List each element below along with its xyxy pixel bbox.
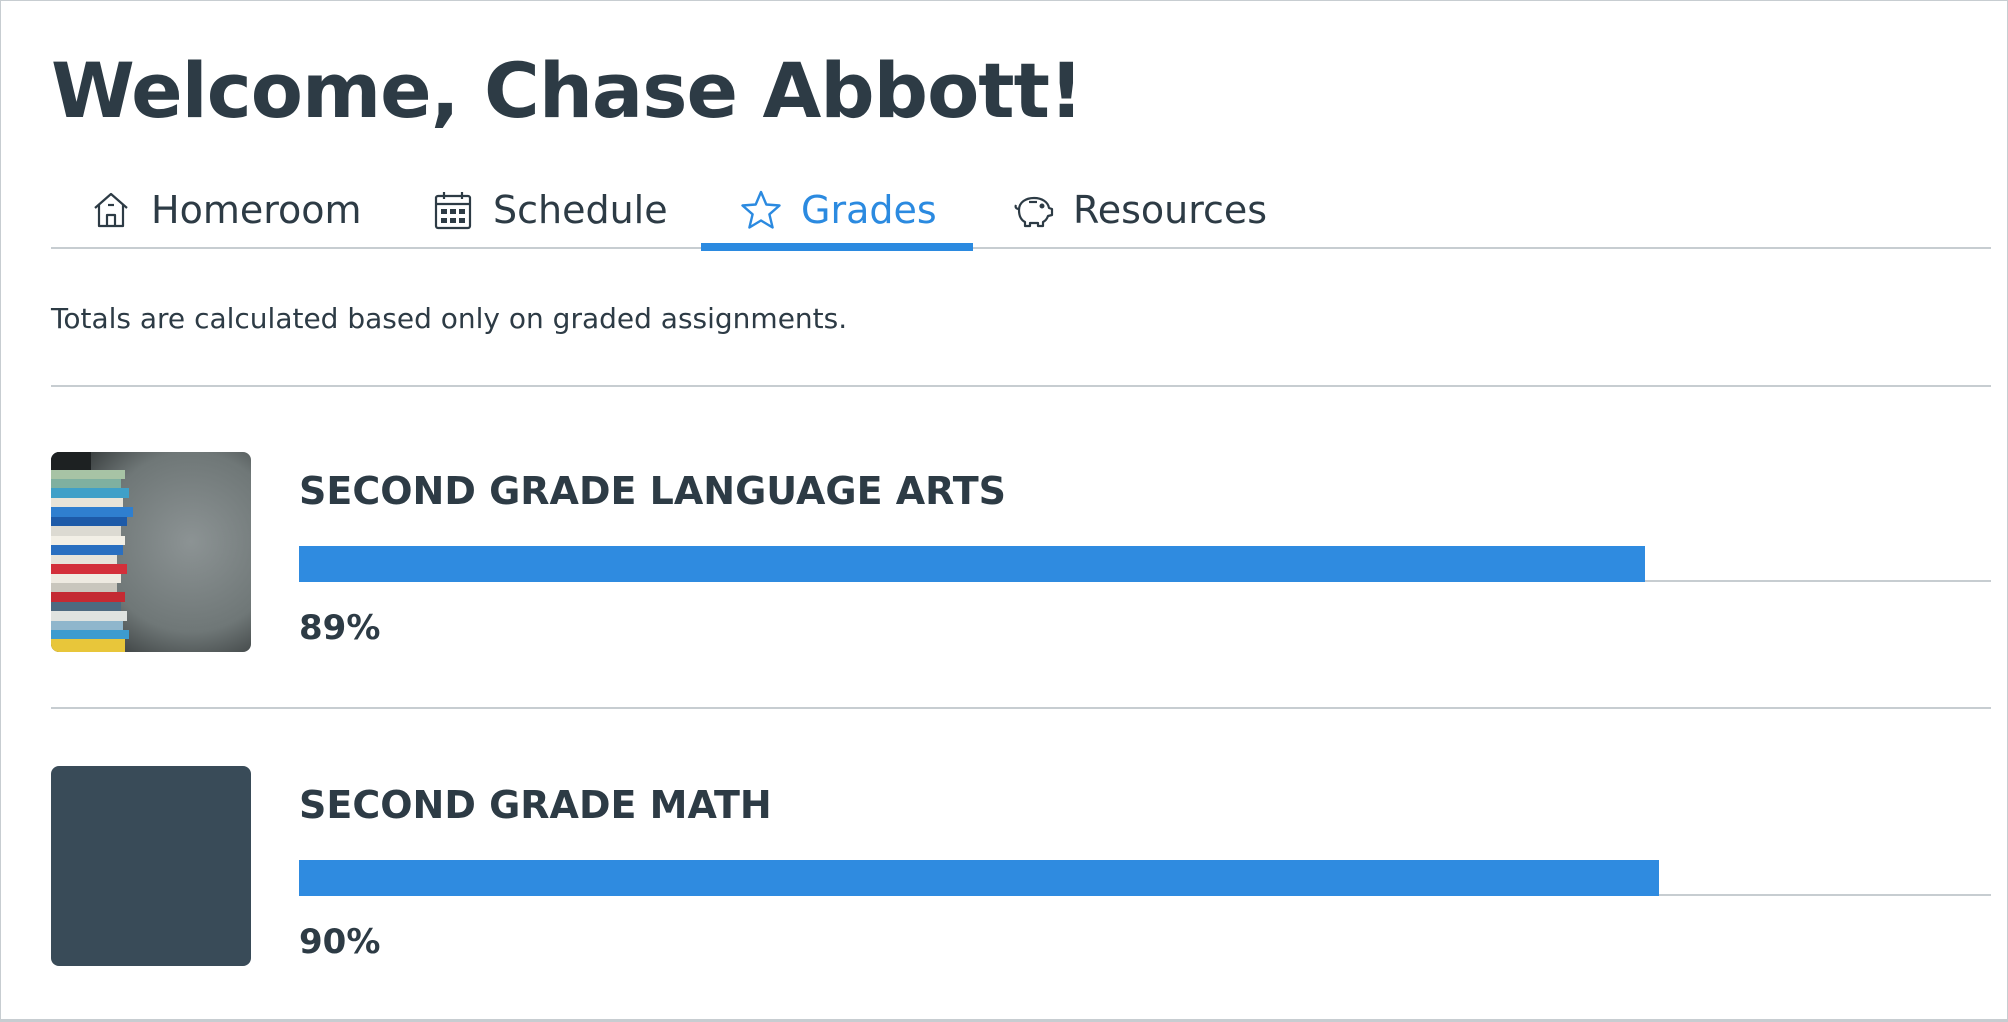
course-row-language-arts[interactable]: SECOND GRADE LANGUAGE ARTS 89%	[51, 452, 1991, 652]
tab-schedule[interactable]: Schedule	[431, 171, 668, 249]
dashboard-tabs: Homeroom Schedule Grades Resources	[51, 171, 1991, 251]
page-title: Welcome, Chase Abbott!	[51, 46, 1084, 135]
course-name[interactable]: SECOND GRADE LANGUAGE ARTS	[299, 466, 1006, 516]
tab-label: Grades	[801, 188, 937, 232]
course-row-math[interactable]: SECOND GRADE MATH 90%	[51, 766, 1991, 966]
progress-bar-fill	[299, 546, 1645, 582]
tab-label: Resources	[1073, 188, 1268, 232]
star-icon	[739, 188, 783, 232]
course-thumbnail-book-stack[interactable]	[51, 452, 251, 652]
grades-page: Welcome, Chase Abbott! Homeroom Schedule…	[0, 0, 2008, 1022]
home-icon	[89, 188, 133, 232]
divider	[51, 707, 1991, 709]
tab-resources[interactable]: Resources	[1011, 171, 1267, 249]
grades-note: Totals are calculated based only on grad…	[51, 302, 848, 335]
calendar-icon	[431, 188, 475, 232]
course-thumbnail-solid[interactable]	[51, 766, 251, 966]
course-grade: 90%	[299, 922, 381, 962]
progress-bar-fill	[299, 860, 1659, 896]
piggy-bank-icon	[1011, 188, 1055, 232]
course-name[interactable]: SECOND GRADE MATH	[299, 780, 772, 830]
book-stack-image	[51, 452, 251, 652]
divider	[51, 385, 1991, 387]
course-grade: 89%	[299, 608, 381, 648]
tab-homeroom[interactable]: Homeroom	[89, 171, 362, 249]
tab-grades[interactable]: Grades	[739, 171, 937, 249]
active-tab-indicator	[701, 243, 973, 251]
tab-label: Schedule	[493, 188, 668, 232]
tab-label: Homeroom	[151, 188, 362, 232]
